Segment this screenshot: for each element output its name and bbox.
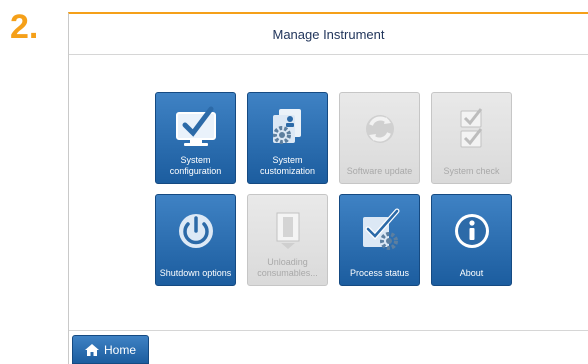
- document-gear-icon: [272, 109, 301, 144]
- tile-label: Process status: [349, 268, 410, 278]
- home-label: Home: [103, 342, 136, 357]
- footer-divider: [69, 330, 588, 331]
- refresh-icon: [365, 115, 394, 143]
- tile-label: System check: [443, 166, 500, 176]
- drawer-unload-icon: [276, 212, 299, 249]
- manage-instrument-panel: Manage Instrument System configuration S…: [68, 12, 588, 364]
- unloading-consumables-tile: Unloading consumables...: [247, 194, 328, 286]
- home-icon: [84, 343, 99, 356]
- tile-grid: System configuration System customizatio…: [155, 92, 512, 286]
- tile-label: About: [459, 268, 484, 278]
- system-check-tile: System check: [431, 92, 512, 184]
- tile-label: System configuration: [169, 155, 222, 176]
- monitor-check-icon: [175, 106, 216, 146]
- home-button[interactable]: Home: [72, 335, 149, 364]
- window-title-bar: Manage Instrument: [69, 14, 588, 55]
- window-title: Manage Instrument: [272, 26, 385, 42]
- power-icon: [178, 214, 213, 248]
- tile-label: Shutdown options: [159, 268, 232, 278]
- tile-label: Software update: [346, 166, 413, 176]
- about-tile[interactable]: About: [431, 194, 512, 286]
- tile-label: Unloading consumables...: [257, 257, 318, 278]
- system-customization-tile[interactable]: System customization: [247, 92, 328, 184]
- clipboard-gear-icon: [362, 208, 399, 250]
- tile-label: System customization: [259, 155, 316, 176]
- step-number: 2.: [10, 8, 39, 46]
- process-status-tile[interactable]: Process status: [339, 194, 420, 286]
- checklist-icon: [460, 108, 482, 148]
- system-configuration-tile[interactable]: System configuration: [155, 92, 236, 184]
- shutdown-options-tile[interactable]: Shutdown options: [155, 194, 236, 286]
- info-icon: [454, 214, 489, 248]
- software-update-tile: Software update: [339, 92, 420, 184]
